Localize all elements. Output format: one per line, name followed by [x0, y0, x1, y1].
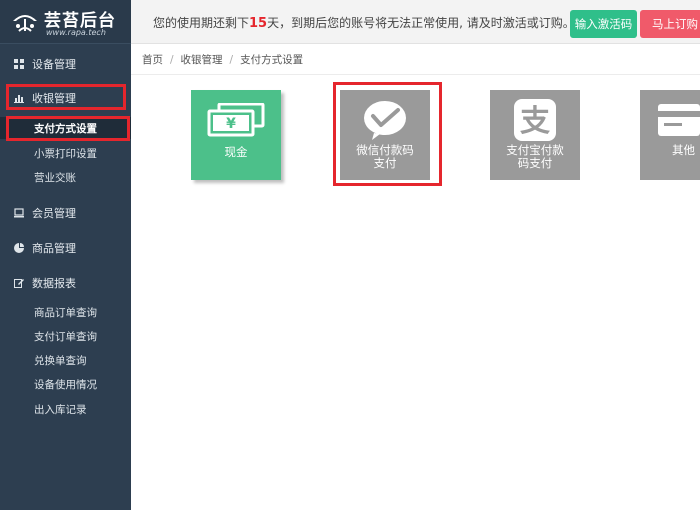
sidebar-item-label: 数据报表	[32, 277, 76, 290]
breadcrumb-cashier[interactable]: 收银管理	[181, 52, 223, 67]
sidebar-subitem-product-orders[interactable]: 商品订单查询	[0, 301, 131, 323]
sidebar-subitem-label: 出入库记录	[34, 403, 87, 416]
payment-card-other[interactable]: 其他	[640, 90, 700, 180]
notice-text-pre: 您的使用期还剩下	[153, 16, 250, 30]
breadcrumb-home[interactable]: 首页	[142, 52, 163, 67]
payment-label-cash: 现金	[224, 145, 248, 159]
logo-subtitle: www.rapa.tech	[46, 28, 106, 37]
order-now-button[interactable]: 马上订购	[640, 10, 700, 38]
sidebar-subitem-payment-methods[interactable]: 支付方式设置	[0, 117, 131, 139]
enter-activation-code-button[interactable]: 输入激活码	[570, 10, 637, 38]
sidebar-item-label: 设备管理	[32, 58, 76, 71]
sidebar-item-label: 收银管理	[32, 92, 76, 105]
sidebar-subitem-shift-handover[interactable]: 营业交账	[0, 166, 131, 188]
breadcrumb-separator: /	[170, 53, 174, 66]
sidebar-subitem-device-usage[interactable]: 设备使用情况	[0, 373, 131, 395]
pie-chart-icon	[14, 243, 24, 253]
svg-text:支: 支	[520, 104, 550, 139]
highlight-box-wechat	[333, 82, 442, 186]
sidebar-subitem-label: 兑换单查询	[34, 354, 87, 367]
sidebar-subitem-label: 小票打印设置	[34, 147, 97, 160]
sidebar-item-members[interactable]: 会员管理	[0, 201, 131, 225]
breadcrumb-current: 支付方式设置	[240, 54, 304, 66]
sidebar-item-cashier[interactable]: 收银管理	[0, 86, 131, 110]
bar-chart-icon	[14, 95, 24, 103]
sidebar: 芸苔后台 www.rapa.tech 设备管理 收银管理 支付方式设置 小票打印…	[0, 0, 131, 510]
grid-icon	[14, 59, 24, 69]
logo-icon	[13, 15, 37, 32]
breadcrumb-separator: /	[229, 53, 234, 66]
svg-text:¥: ¥	[226, 116, 236, 132]
alipay-icon: 支	[514, 99, 556, 141]
payment-card-alipay[interactable]: 支 支付宝付款 码支付	[490, 90, 580, 180]
edit-icon	[14, 279, 24, 288]
sidebar-item-reports[interactable]: 数据报表	[0, 271, 131, 295]
sidebar-subitem-label: 支付方式设置	[34, 122, 97, 135]
cash-icon: ¥	[207, 103, 265, 137]
logo[interactable]: 芸苔后台 www.rapa.tech	[0, 0, 131, 44]
payment-card-cash[interactable]: ¥ 现金	[191, 90, 281, 180]
breadcrumb: 首页 / 收银管理 / 支付方式设置	[131, 45, 700, 75]
payment-label-alipay: 支付宝付款 码支付	[506, 143, 564, 170]
sidebar-subitem-stock-records[interactable]: 出入库记录	[0, 398, 131, 420]
sidebar-subitem-payment-orders[interactable]: 支付订单查询	[0, 325, 131, 347]
sidebar-subitem-label: 营业交账	[34, 171, 76, 184]
payment-label-other: 其他	[672, 143, 695, 157]
sidebar-subitem-label: 商品订单查询	[34, 306, 97, 319]
card-icon	[658, 104, 700, 136]
sidebar-subitem-receipt-print[interactable]: 小票打印设置	[0, 142, 131, 164]
sidebar-item-label: 会员管理	[32, 207, 76, 220]
sidebar-subitem-label: 支付订单查询	[34, 330, 97, 343]
notice-text-post: 天，到期后您的账号将无法正常使用, 请及时激活或订购。	[267, 16, 575, 30]
sidebar-item-products[interactable]: 商品管理	[0, 236, 131, 260]
sidebar-item-label: 商品管理	[32, 242, 76, 255]
sidebar-subitem-label: 设备使用情况	[34, 378, 97, 391]
sidebar-item-devices[interactable]: 设备管理	[0, 52, 131, 76]
expiry-notice: 您的使用期还剩下15天，到期后您的账号将无法正常使用, 请及时激活或订购。	[153, 14, 575, 31]
remaining-days: 15	[249, 16, 268, 31]
sidebar-subitem-exchange-orders[interactable]: 兑换单查询	[0, 349, 131, 371]
top-bar: 您的使用期还剩下15天，到期后您的账号将无法正常使用, 请及时激活或订购。 输入…	[131, 0, 700, 44]
laptop-icon	[14, 208, 24, 218]
